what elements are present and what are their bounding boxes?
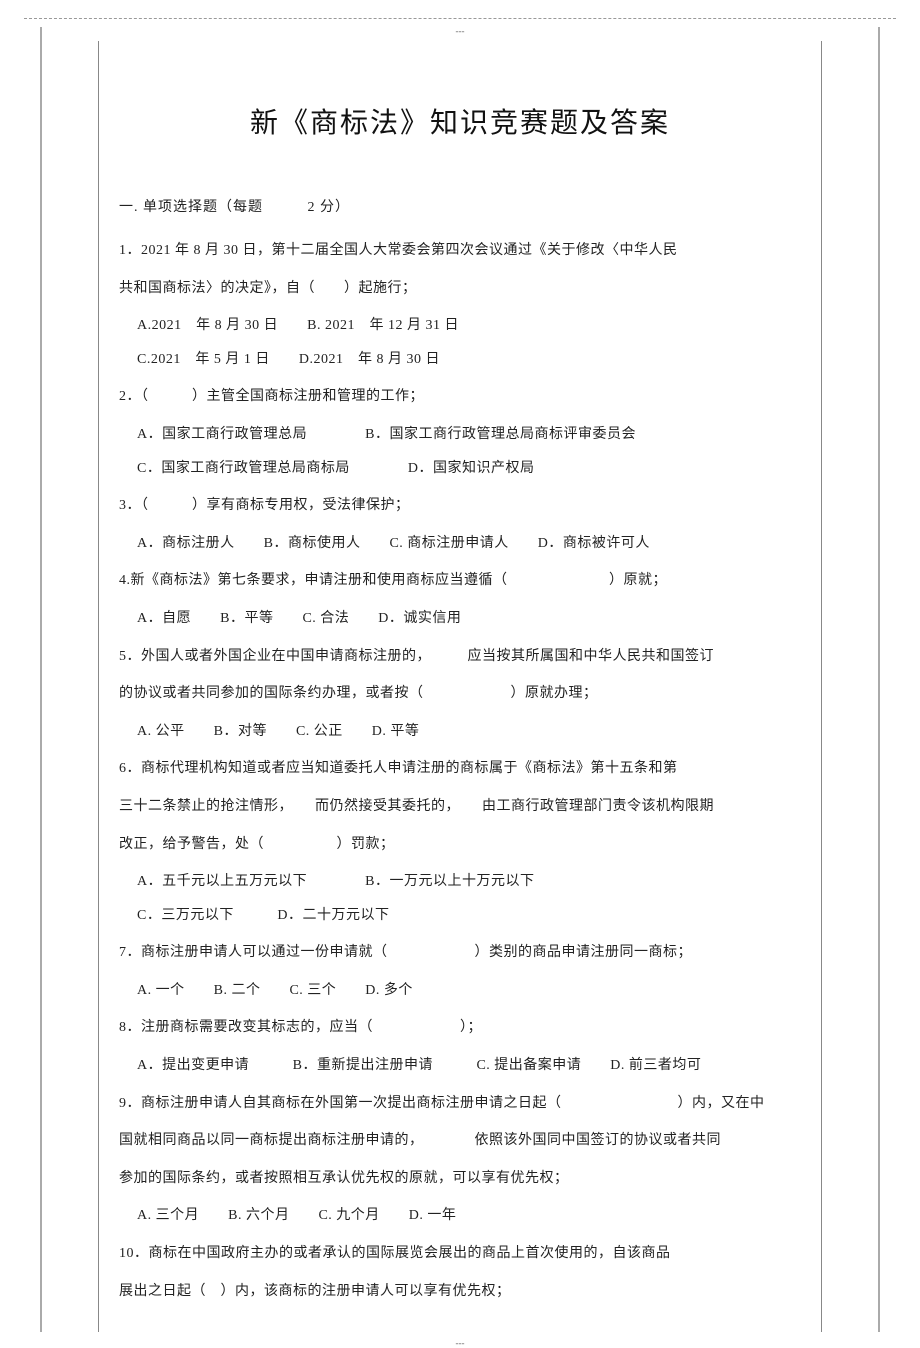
question-options: A．提出变更申请 B．重新提出注册申请 C. 提出备案申请 D. 前三者均可 xyxy=(119,1049,801,1083)
question-options: A．自愿 B．平等 C. 合法 D．诚实信用 xyxy=(119,602,801,636)
questions-container: 1．2021 年 8 月 30 日，第十二届全国人大常委会第四次会议通过《关于修… xyxy=(119,234,801,1308)
question-text: 8．注册商标需要改变其标志的，应当（ ）； xyxy=(119,1011,801,1045)
question-body: 2021 年 8 月 30 日，第十二届全国人大常委会第四次会议通过《关于修改〈… xyxy=(141,243,678,258)
question-text: 5．外国人或者外国企业在中国申请商标注册的， 应当按其所属国和中华人民共和国签订 xyxy=(119,640,801,674)
question-options: A.2021 年 8 月 30 日 B. 2021 年 12 月 31 日 xyxy=(119,309,801,343)
question-options: A．国家工商行政管理总局 B．国家工商行政管理总局商标评审委员会 xyxy=(119,418,801,452)
question-text: 的协议或者共同参加的国际条约办理，或者按（ ）原就办理； xyxy=(119,677,801,711)
question-number: 7． xyxy=(119,945,141,960)
question-number: 5． xyxy=(119,649,141,664)
question-number: 8． xyxy=(119,1020,141,1035)
question-text: 3．（ ）享有商标专用权，受法律保护； xyxy=(119,489,801,523)
page-outer-border: 新《商标法》知识竞赛题及答案 一. 单项选择题（每题 2 分） 1．2021 年… xyxy=(40,27,880,1332)
question-options: C.2021 年 5 月 1 日 D.2021 年 8 月 30 日 xyxy=(119,343,801,377)
section-label: 单项选择题（每题 xyxy=(143,200,263,215)
question-body: 注册商标需要改变其标志的，应当（ ）； xyxy=(141,1020,482,1035)
question-text: 2．（ ）主管全国商标注册和管理的工作； xyxy=(119,380,801,414)
question-number: 1． xyxy=(119,243,141,258)
section-number: 一. xyxy=(119,200,139,215)
question-body: （ ）主管全国商标注册和管理的工作； xyxy=(141,389,424,404)
question-body: 外国人或者外国企业在中国申请商标注册的， 应当按其所属国和中华人民共和国签订 xyxy=(141,649,714,664)
question-text: 参加的国际条约，或者按照相互承认优先权的原就，可以享有优先权； xyxy=(119,1162,801,1196)
question-body: （ ）享有商标专用权，受法律保护； xyxy=(141,498,410,513)
question-options: C．国家工商行政管理总局商标局 D．国家知识产权局 xyxy=(119,452,801,486)
bottom-page-marker: --- xyxy=(456,1338,465,1348)
page-inner-frame: 新《商标法》知识竞赛题及答案 一. 单项选择题（每题 2 分） 1．2021 年… xyxy=(98,41,822,1332)
top-divider xyxy=(24,18,896,19)
question-number: 3． xyxy=(119,498,141,513)
question-text: 6．商标代理机构知道或者应当知道委托人申请注册的商标属于《商标法》第十五条和第 xyxy=(119,752,801,786)
question-body: 新《商标法》第七条要求，申请注册和使用商标应当遵循（ ）原就； xyxy=(131,573,668,588)
question-body: 商标注册申请人自其商标在外国第一次提出商标注册申请之日起（ ）内，又在中 xyxy=(141,1096,765,1111)
question-number: 6． xyxy=(119,761,141,776)
question-number: 10． xyxy=(119,1246,149,1261)
question-options: A. 一个 B. 二个 C. 三个 D. 多个 xyxy=(119,974,801,1008)
question-options: A．五千元以上五万元以下 B．一万元以上十万元以下 xyxy=(119,865,801,899)
question-body: 商标在中国政府主办的或者承认的国际展览会展出的商品上首次使用的，自该商品 xyxy=(149,1246,671,1261)
question-text: 9．商标注册申请人自其商标在外国第一次提出商标注册申请之日起（ ）内，又在中 xyxy=(119,1087,801,1121)
question-text: 10．商标在中国政府主办的或者承认的国际展览会展出的商品上首次使用的，自该商品 xyxy=(119,1237,801,1271)
question-text: 共和国商标法〉的决定》，自（ ）起施行； xyxy=(119,272,801,306)
page-title: 新《商标法》知识竞赛题及答案 xyxy=(119,101,801,141)
question-text: 三十二条禁止的抢注情形， 而仍然接受其委托的， 由工商行政管理部门责令该机构限期 xyxy=(119,790,801,824)
question-number: 4. xyxy=(119,573,131,588)
question-body: 商标注册申请人可以通过一份申请就（ ）类别的商品申请注册同一商标； xyxy=(141,945,692,960)
question-body: 商标代理机构知道或者应当知道委托人申请注册的商标属于《商标法》第十五条和第 xyxy=(141,761,678,776)
question-text: 改正，给予警告，处（ ）罚款； xyxy=(119,828,801,862)
question-text: 国就相同商品以同一商标提出商标注册申请的， 依照该外国同中国签订的协议或者共同 xyxy=(119,1124,801,1158)
question-options: A. 公平 B．对等 C. 公正 D. 平等 xyxy=(119,715,801,749)
question-number: 9． xyxy=(119,1096,141,1111)
question-options: C．三万元以下 D．二十万元以下 xyxy=(119,899,801,933)
section-header: 一. 单项选择题（每题 2 分） xyxy=(119,196,801,216)
question-options: A. 三个月 B. 六个月 C. 九个月 D. 一年 xyxy=(119,1199,801,1233)
question-number: 2． xyxy=(119,389,141,404)
question-text: 4.新《商标法》第七条要求，申请注册和使用商标应当遵循（ ）原就； xyxy=(119,564,801,598)
question-options: A．商标注册人 B．商标使用人 C. 商标注册申请人 D．商标被许可人 xyxy=(119,527,801,561)
question-text: 展出之日起（ ）内，该商标的注册申请人可以享有优先权； xyxy=(119,1275,801,1309)
section-points: 2 分） xyxy=(308,196,351,216)
question-text: 1．2021 年 8 月 30 日，第十二届全国人大常委会第四次会议通过《关于修… xyxy=(119,234,801,268)
question-text: 7．商标注册申请人可以通过一份申请就（ ）类别的商品申请注册同一商标； xyxy=(119,936,801,970)
